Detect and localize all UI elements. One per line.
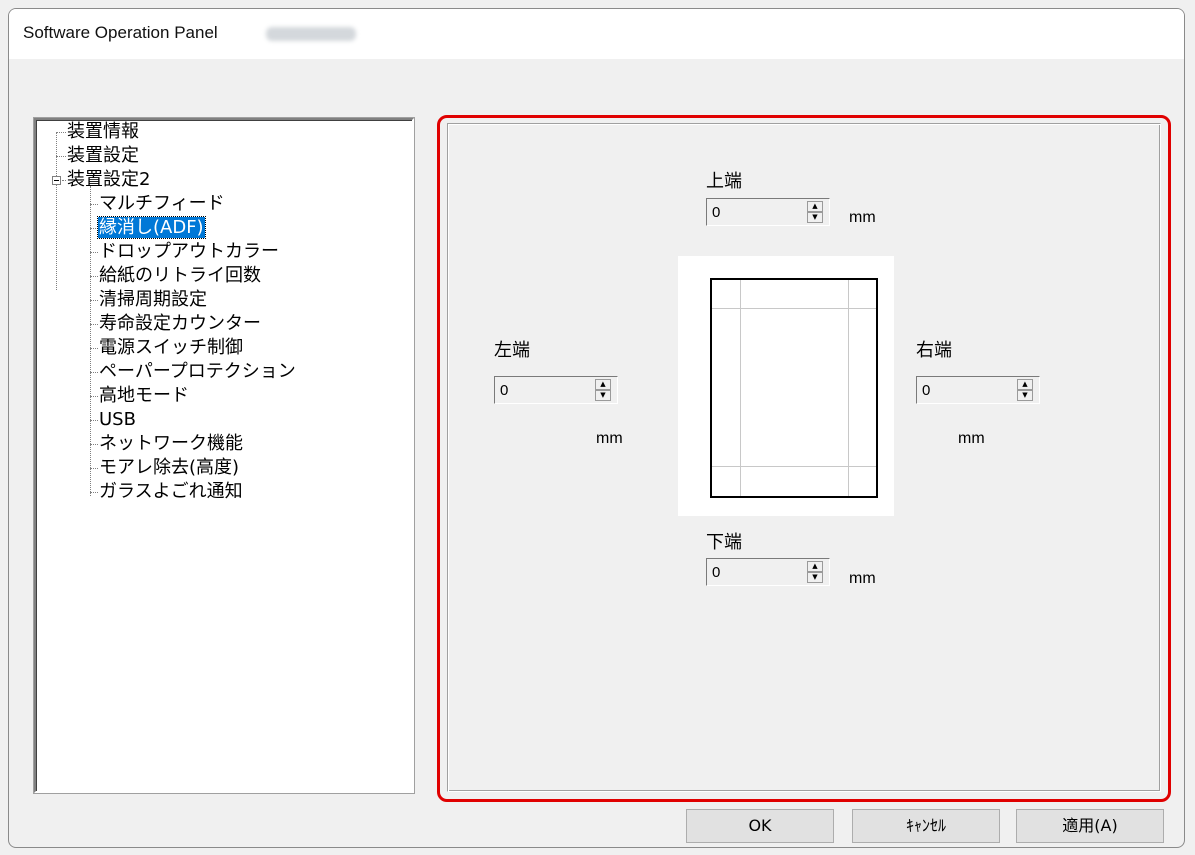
top-edge-up-button[interactable]: ▲ bbox=[807, 201, 823, 212]
tree-item-device-info[interactable]: 装置情報 bbox=[66, 120, 140, 144]
tree-item-label: 給紙のリトライ回数 bbox=[99, 265, 261, 286]
tree-item-device-settings[interactable]: 装置設定 bbox=[66, 144, 140, 168]
apply-button[interactable]: 適用(A) bbox=[1016, 809, 1164, 843]
collapse-toggle-icon[interactable] bbox=[52, 176, 61, 185]
tree-item-label: 装置設定2 bbox=[67, 169, 151, 190]
tree-item-moire-removal[interactable]: モアレ除去(高度) bbox=[98, 456, 240, 480]
tree-item-label: 装置設定 bbox=[67, 145, 139, 166]
tree-connector bbox=[90, 420, 98, 421]
tree-item-label: マルチフィード bbox=[99, 193, 225, 214]
tree-connector bbox=[90, 444, 98, 445]
bottom-margin-guide bbox=[712, 466, 876, 467]
right-edge-up-button[interactable]: ▲ bbox=[1017, 379, 1033, 390]
tree-connector bbox=[90, 186, 91, 496]
tree-connector bbox=[90, 204, 98, 205]
tree-item-label: ドロップアウトカラー bbox=[99, 241, 279, 262]
tree-item-device-settings-2[interactable]: 装置設定2 bbox=[66, 168, 151, 192]
ok-button[interactable]: OK bbox=[686, 809, 834, 843]
tree-item-power-switch[interactable]: 電源スイッチ制御 bbox=[98, 336, 244, 360]
tree-connector bbox=[90, 468, 98, 469]
tree-connector bbox=[90, 276, 98, 277]
tree-item-label: ペーパープロテクション bbox=[99, 361, 296, 382]
tree-item-label: 電源スイッチ制御 bbox=[99, 337, 243, 358]
left-edge-up-button[interactable]: ▲ bbox=[595, 379, 611, 390]
tree-item-label: 装置情報 bbox=[67, 121, 139, 142]
tree-item-multifeed[interactable]: マルチフィード bbox=[98, 192, 226, 216]
tree-item-usb[interactable]: USB bbox=[98, 408, 137, 432]
tree-connector bbox=[90, 492, 98, 493]
page-preview bbox=[678, 256, 894, 516]
window-title: Software Operation Panel bbox=[23, 23, 218, 42]
tree-connector bbox=[90, 324, 98, 325]
right-edge-unit: mm bbox=[958, 430, 985, 447]
tree-connector bbox=[90, 228, 98, 229]
top-edge-down-button[interactable]: ▼ bbox=[807, 212, 823, 223]
bottom-edge-up-button[interactable]: ▲ bbox=[807, 561, 823, 572]
top-margin-guide bbox=[712, 308, 876, 309]
tree-item-life-counter[interactable]: 寿命設定カウンター bbox=[98, 312, 262, 336]
tree-connector bbox=[90, 348, 98, 349]
bottom-edge-down-button[interactable]: ▼ bbox=[807, 572, 823, 583]
tree-item-edge-erase-adf[interactable]: 縁消し(ADF) bbox=[97, 216, 206, 240]
tree-item-cleaning-cycle[interactable]: 清掃周期設定 bbox=[98, 288, 208, 312]
left-edge-unit: mm bbox=[596, 430, 623, 447]
tree-item-label: モアレ除去(高度) bbox=[99, 457, 240, 478]
settings-tree[interactable]: 装置情報 装置設定 装置設定2 マルチフィード 縁消し(ADF) ドロップアウト… bbox=[34, 118, 414, 793]
tree-item-high-altitude[interactable]: 高地モード bbox=[98, 384, 190, 408]
right-edge-label: 右端 bbox=[916, 340, 952, 361]
tree-item-label: 寿命設定カウンター bbox=[99, 313, 261, 334]
right-edge-input[interactable] bbox=[920, 378, 1010, 402]
tree-connector bbox=[90, 252, 98, 253]
left-edge-input[interactable] bbox=[498, 378, 588, 402]
tree-connector bbox=[90, 372, 98, 373]
tree-item-label: 高地モード bbox=[99, 385, 189, 406]
tree-item-label: ガラスよごれ通知 bbox=[99, 481, 243, 502]
tree-item-label: 清掃周期設定 bbox=[99, 289, 207, 310]
tree-item-label: USB bbox=[99, 409, 136, 430]
bottom-edge-unit: mm bbox=[849, 570, 876, 587]
tree-connector bbox=[90, 396, 98, 397]
tree-connector bbox=[56, 156, 66, 157]
cancel-button[interactable]: ｷｬﾝｾﾙ bbox=[852, 809, 1000, 843]
tree-connector bbox=[56, 132, 66, 133]
right-edge-spinbox[interactable]: ▲ ▼ bbox=[916, 376, 1040, 404]
left-edge-down-button[interactable]: ▼ bbox=[595, 390, 611, 401]
tree-connector bbox=[90, 300, 98, 301]
page-outline bbox=[710, 278, 878, 498]
tree-item-network[interactable]: ネットワーク機能 bbox=[98, 432, 244, 456]
bottom-edge-label: 下端 bbox=[706, 532, 742, 553]
top-edge-unit: mm bbox=[849, 209, 876, 226]
right-edge-down-button[interactable]: ▼ bbox=[1017, 390, 1033, 401]
top-edge-input[interactable] bbox=[710, 200, 800, 224]
left-edge-label: 左端 bbox=[494, 340, 530, 361]
tree-item-glass-dirt-notice[interactable]: ガラスよごれ通知 bbox=[98, 480, 244, 504]
tree-item-label: 縁消し(ADF) bbox=[97, 216, 206, 239]
title-bar[interactable]: Software Operation Panel bbox=[9, 9, 1184, 59]
top-edge-label: 上端 bbox=[706, 171, 742, 192]
tree-item-paper-protection[interactable]: ペーパープロテクション bbox=[98, 360, 297, 384]
left-edge-spinbox[interactable]: ▲ ▼ bbox=[494, 376, 618, 404]
left-margin-guide bbox=[740, 280, 741, 496]
tree-item-pick-retry[interactable]: 給紙のリトライ回数 bbox=[98, 264, 262, 288]
bottom-edge-input[interactable] bbox=[710, 560, 800, 584]
redacted-model-name bbox=[266, 27, 356, 41]
right-margin-guide bbox=[848, 280, 849, 496]
top-edge-spinbox[interactable]: ▲ ▼ bbox=[706, 198, 830, 226]
tree-item-dropout-color[interactable]: ドロップアウトカラー bbox=[98, 240, 280, 264]
bottom-edge-spinbox[interactable]: ▲ ▼ bbox=[706, 558, 830, 586]
tree-item-label: ネットワーク機能 bbox=[99, 433, 243, 454]
